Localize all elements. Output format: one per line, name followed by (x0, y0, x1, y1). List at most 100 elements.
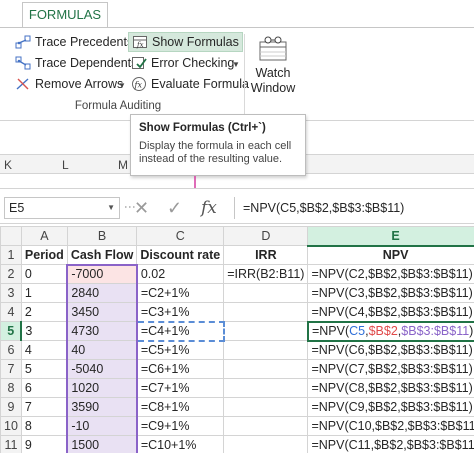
row-header-11[interactable]: 11 (0, 435, 22, 453)
table-row: 9 7 3590 =C8+1% =NPV(C9,$B$2,$B$3:$B$11) (0, 397, 474, 417)
cell-e9[interactable]: =NPV(C9,$B$2,$B$3:$B$11) (307, 397, 474, 417)
cell-e8[interactable]: =NPV(C8,$B$2,$B$3:$B$11) (307, 378, 474, 398)
select-all-corner[interactable] (0, 226, 22, 246)
row-header-3[interactable]: 3 (0, 283, 22, 303)
cell-d4[interactable] (223, 302, 309, 322)
trace-dependents-label: Trace Dependents (35, 56, 138, 70)
cell-b4[interactable]: 3450 (66, 302, 138, 322)
spreadsheet-grid: A B C D E 1 Period Cash Flow Discount rate I… (0, 226, 474, 453)
trace-precedents-button[interactable]: Trace Precedents (12, 32, 136, 52)
cell-b1[interactable]: Cash Flow (66, 245, 138, 265)
cell-d2[interactable]: =IRR(B2:B11) (223, 264, 309, 284)
cell-a6[interactable]: 4 (20, 340, 68, 360)
cell-c10[interactable]: =C9+1% (136, 416, 225, 436)
cell-c11[interactable]: =C10+1% (136, 435, 225, 453)
cell-a7[interactable]: 5 (20, 359, 68, 379)
cell-c7[interactable]: =C6+1% (136, 359, 225, 379)
insert-function-icon[interactable]: fx (201, 197, 217, 219)
cell-b11[interactable]: 1500 (66, 435, 138, 453)
watch-window-button[interactable]: Watch Window (248, 34, 298, 96)
cell-e10[interactable]: =NPV(C10,$B$2,$B$3:$B$11) (307, 416, 474, 436)
row-header-2[interactable]: 2 (0, 264, 22, 284)
cell-d10[interactable] (223, 416, 309, 436)
cell-d6[interactable] (223, 340, 309, 360)
column-header-d[interactable]: D (223, 226, 309, 246)
evaluate-formula-button[interactable]: fx Evaluate Formula (128, 74, 252, 94)
row-header-1[interactable]: 1 (0, 245, 22, 265)
row-header-4[interactable]: 4 (0, 302, 22, 322)
cell-e4[interactable]: =NPV(C4,$B$2,$B$3:$B$11) (307, 302, 474, 322)
cell-b3[interactable]: 2840 (66, 283, 138, 303)
tooltip-description: Display the formula in each cell instead… (139, 140, 292, 165)
error-checking-dropdown-icon[interactable]: ▼ (232, 60, 240, 69)
remove-arrows-dropdown-icon[interactable]: ▼ (118, 81, 126, 90)
confirm-icon[interactable]: ✓ (167, 197, 182, 219)
cell-c4[interactable]: =C3+1% (136, 302, 225, 322)
column-header-e[interactable]: E (307, 226, 474, 247)
cell-d5[interactable] (223, 321, 309, 341)
ribbon-formula-auditing-group: Trace Precedents Trace Dependents Remove… (0, 27, 474, 121)
cell-b2[interactable]: -7000 (66, 263, 138, 284)
cell-d8[interactable] (223, 378, 309, 398)
cell-b5[interactable]: 4730 (66, 321, 138, 341)
cell-e7[interactable]: =NPV(C7,$B$2,$B$3:$B$11) (307, 359, 474, 379)
row-header-10[interactable]: 10 (0, 416, 22, 436)
row-header-9[interactable]: 9 (0, 397, 22, 417)
cell-a10[interactable]: 8 (20, 416, 68, 436)
row-header-5[interactable]: 5 (0, 321, 23, 341)
error-checking-button[interactable]: Error Checking (128, 53, 237, 73)
cell-b9[interactable]: 3590 (66, 397, 138, 417)
row-header-8[interactable]: 8 (0, 378, 22, 398)
cell-c2[interactable]: 0.02 (136, 264, 225, 284)
remove-arrows-icon (15, 76, 31, 92)
table-row: 11 9 1500 =C10+1% =NPV(C11,$B$2,$B$3:$B$11) (0, 435, 474, 453)
cell-c8[interactable]: =C7+1% (136, 378, 225, 398)
cell-c3[interactable]: =C2+1% (136, 283, 225, 303)
remove-arrows-button[interactable]: Remove Arrows (12, 74, 126, 94)
row-header-7[interactable]: 7 (0, 359, 22, 379)
row-header-6[interactable]: 6 (0, 340, 22, 360)
cell-a11[interactable]: 9 (20, 435, 68, 453)
cell-b10[interactable]: -10 (66, 416, 138, 436)
cell-c6[interactable]: =C5+1% (136, 340, 225, 360)
name-box-dropdown-icon[interactable]: ▼ (107, 198, 115, 218)
cell-d7[interactable] (223, 359, 309, 379)
cell-c9[interactable]: =C8+1% (136, 397, 225, 417)
error-checking-label: Error Checking (151, 56, 235, 70)
cell-a9[interactable]: 7 (20, 397, 68, 417)
column-header-a[interactable]: A (20, 226, 68, 246)
cell-e5[interactable]: =NPV(C5,$B$2,$B$3:$B$11) (306, 320, 474, 342)
cell-a5[interactable]: 3 (20, 321, 68, 341)
cell-b8[interactable]: 1020 (66, 378, 138, 398)
column-header-l[interactable]: L (62, 155, 69, 175)
cell-a2[interactable]: 0 (20, 264, 68, 284)
column-header-m[interactable]: M (118, 155, 128, 175)
cell-e11[interactable]: =NPV(C11,$B$2,$B$3:$B$11) (307, 435, 474, 453)
column-header-k[interactable]: K (4, 155, 12, 175)
cell-d1[interactable]: IRR (223, 245, 309, 265)
tab-formulas[interactable]: FORMULAS (22, 2, 108, 28)
column-header-b[interactable]: B (66, 226, 138, 246)
name-box[interactable]: E5 ▼ (4, 197, 120, 219)
cell-b6[interactable]: 40 (66, 340, 138, 360)
group-separator (244, 34, 245, 116)
cell-a8[interactable]: 6 (20, 378, 68, 398)
cell-e3[interactable]: =NPV(C3,$B$2,$B$3:$B$11) (307, 283, 474, 303)
show-formulas-button[interactable]: fx Show Formulas (128, 32, 243, 52)
cell-e6[interactable]: =NPV(C6,$B$2,$B$3:$B$11) (307, 340, 474, 360)
cancel-icon[interactable]: ✕ (134, 197, 149, 219)
cell-a3[interactable]: 1 (20, 283, 68, 303)
cell-c1[interactable]: Discount rate (136, 245, 225, 265)
cell-d9[interactable] (223, 397, 309, 417)
cell-a4[interactable]: 2 (20, 302, 68, 322)
cell-d11[interactable] (223, 435, 309, 453)
cell-b7[interactable]: -5040 (66, 359, 138, 379)
cell-c5[interactable]: =C4+1% (135, 320, 225, 342)
cell-e2[interactable]: =NPV(C2,$B$2,$B$3:$B$11) (307, 264, 474, 284)
cell-a1[interactable]: Period (20, 245, 68, 265)
column-header-c[interactable]: C (136, 226, 225, 246)
trace-dependents-button[interactable]: Trace Dependents (12, 53, 140, 73)
cell-d3[interactable] (223, 283, 309, 303)
cell-e1[interactable]: NPV (307, 245, 474, 265)
formula-input[interactable]: =NPV(C5,$B$2,$B$3:$B$11) (234, 197, 470, 219)
